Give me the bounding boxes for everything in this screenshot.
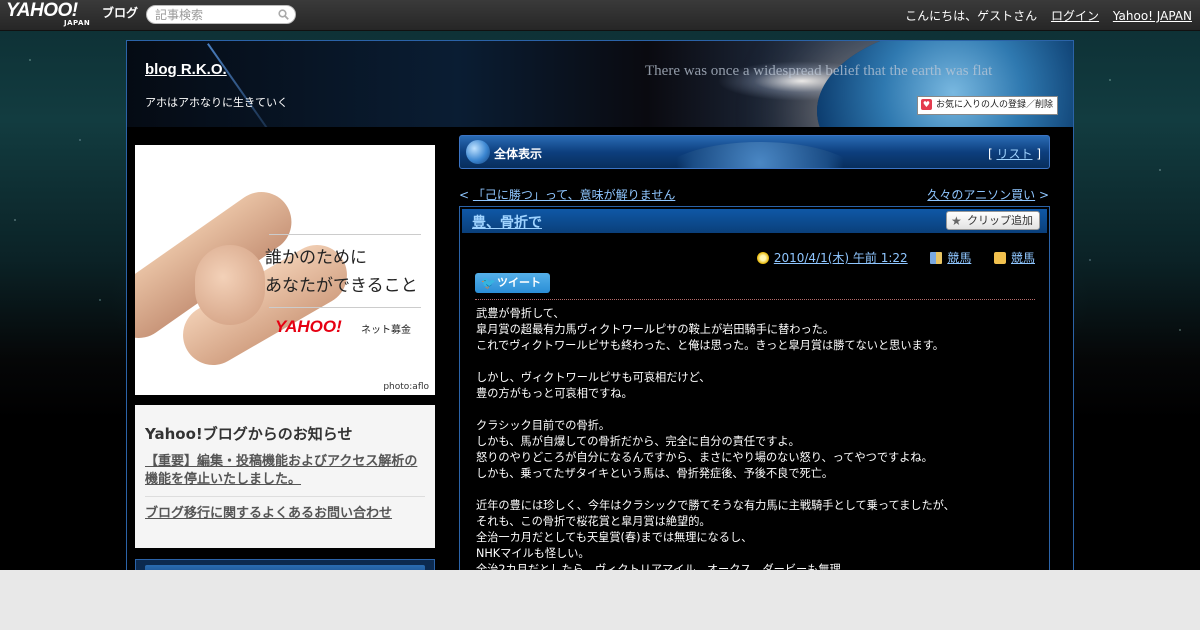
theme-book-icon [930,252,943,264]
section-title: 全体表示 [494,147,543,161]
twitter-bird-icon: 🐦 [481,276,496,290]
search-input[interactable] [155,6,275,23]
sidebar-module [135,559,435,570]
blog-description: アホはアホなりに生きていく [145,96,288,109]
banner-donation-label: ネット募金 [361,325,411,336]
top-bar: YAHOO! JAPAN ブログ こんにちは、ゲストさん ログイン Yahoo!… [0,0,1200,31]
prev-article-link[interactable]: 「己に勝つ」って、意味が解りません [473,188,675,202]
banner-yahoo-logo: YAHOO! [275,317,342,336]
star-icon: ★ [951,214,962,228]
banner-rule-top [269,234,421,235]
tweet-button[interactable]: 🐦 ツイート [475,273,550,293]
blog-title-link[interactable]: blog R.K.O. [145,61,227,78]
article-theme-link[interactable]: 競馬 [947,251,971,265]
login-link[interactable]: ログイン [1051,9,1099,23]
header-tagline: There was once a widespread belief that … [645,63,993,79]
clip-add-button[interactable]: ★ クリップ追加 [946,211,1040,230]
article-date-link[interactable]: 2010/4/1(木) 午前 1:22 [774,251,908,265]
section-header: 全体表示 [ リスト ] [459,135,1050,169]
search-icon[interactable] [278,9,289,20]
article-title[interactable]: 豊、骨折で [472,212,542,232]
article-search [146,5,296,24]
yahoo-logo-blog: ブログ [102,6,139,20]
donation-banner-ad[interactable]: 誰かのために あなたができること YAHOO! ネット募金 photo:aflo [135,145,435,395]
next-article-link[interactable]: 久々のアニソン買い [927,188,1035,202]
header-light-streak [207,43,289,127]
blog-header: There was once a widespread belief that … [127,41,1073,127]
article-header: 豊、骨折で ★ クリップ追加 [462,209,1047,233]
sidebar-module-header [145,565,425,570]
yahoo-blog-notice: Yahoo!ブログからのお知らせ 【重要】編集・投稿機能およびアクセス解析の機能… [135,405,435,548]
article-body: 武豊が骨折して、 皐月賞の超最有力馬ヴィクトワールピサの鞍上が岩田騎手に替わった… [476,307,955,570]
list-view-link[interactable]: リスト [996,147,1032,161]
banner-rule-bottom [269,307,421,308]
section-header-earth [660,142,860,168]
clock-icon [756,252,769,264]
banner-message-line1: 誰かのために [265,248,367,268]
favorite-register-button[interactable]: ♥ お気に入りの人の登録／削除 [917,96,1059,115]
notice-heading: Yahoo!ブログからのお知らせ [145,425,353,443]
clip-add-label: クリップ追加 [967,214,1033,227]
article: 豊、骨折で ★ クリップ追加 2010/4/1(木) 午前 1:22 競馬 競馬… [459,206,1050,570]
yahoo-logo-japan: JAPAN [64,19,91,27]
list-link-wrapper: [ リスト ] [987,147,1041,161]
next-article-nav: 久々のアニソン買い > [927,188,1049,202]
yahoo-japan-link[interactable]: Yahoo! JAPAN [1113,9,1192,23]
tweet-label: ツイート [497,276,541,289]
article-meta: 2010/4/1(木) 午前 1:22 競馬 競馬 [756,249,1035,266]
prev-article-nav: < 「己に勝つ」って、意味が解りません [459,188,676,202]
yahoo-logo-text: YAHOO! [6,0,78,21]
favorite-register-label: お気に入りの人の登録／削除 [936,100,1054,110]
banner-photo-credit: photo:aflo [383,382,429,392]
greeting-text: こんにちは、ゲストさん [905,9,1038,23]
blog-frame: There was once a widespread belief that … [126,40,1074,570]
page-viewport: YAHOO! JAPAN ブログ こんにちは、ゲストさん ログイン Yahoo!… [0,0,1200,570]
article-category-link[interactable]: 競馬 [1011,251,1035,265]
notice-link-important[interactable]: 【重要】編集・投稿機能およびアクセス解析の機能を停止いたしました。 [145,453,425,497]
article-divider [475,299,1035,300]
globe-icon [466,140,490,164]
user-links: こんにちは、ゲストさん ログイン Yahoo! JAPAN [905,7,1192,24]
folder-icon [993,252,1006,264]
heart-icon: ♥ [921,99,932,110]
notice-link-faq[interactable]: ブログ移行に関するよくあるお問い合わせ [145,505,425,530]
yahoo-blog-logo[interactable]: YAHOO! JAPAN ブログ [6,0,138,27]
banner-clasped-hands [195,245,265,325]
banner-message-line2: あなたができること [265,276,418,296]
